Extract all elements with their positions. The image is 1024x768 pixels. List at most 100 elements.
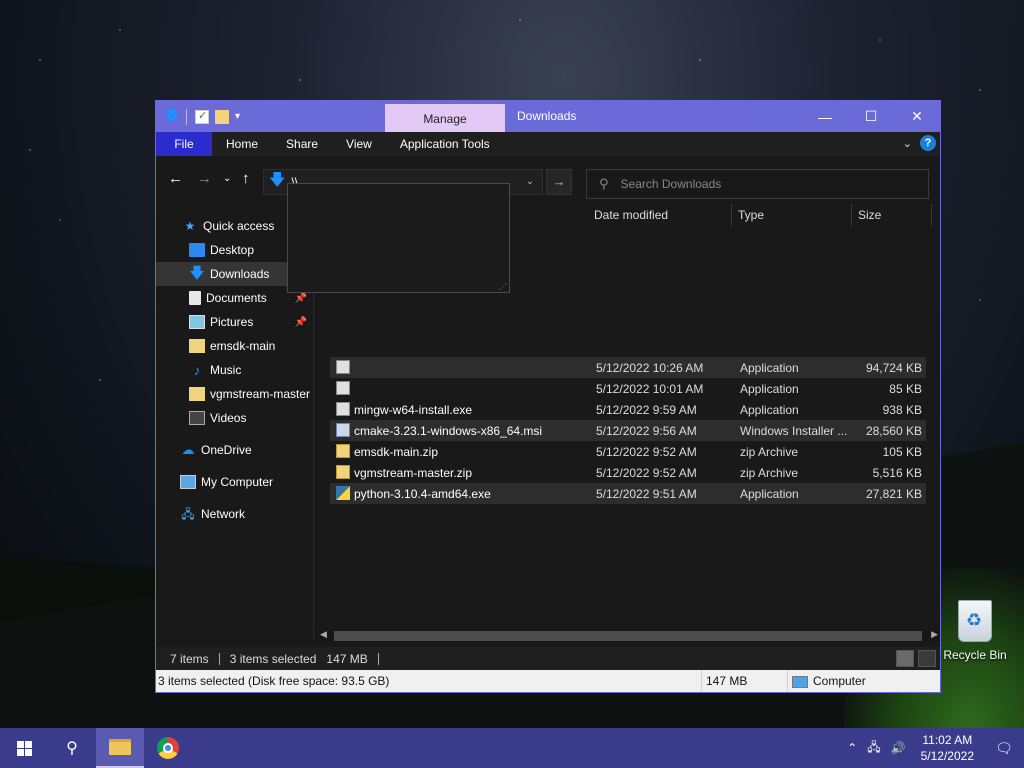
sidebar-item-label: OneDrive: [201, 443, 252, 457]
tab-file[interactable]: File: [156, 132, 212, 156]
file-type: Windows Installer ...: [740, 423, 848, 438]
recycle-bin-shortcut[interactable]: Recycle Bin: [943, 600, 1007, 662]
recent-locations-icon[interactable]: ⌄: [223, 173, 231, 184]
view-toggle: [896, 650, 936, 667]
close-icon[interactable]: ✕: [894, 101, 940, 132]
file-name: python-3.10.4-amd64.exe: [354, 486, 491, 501]
computer-icon: [792, 675, 808, 688]
scrollbar-thumb[interactable]: [334, 631, 922, 641]
column-divider[interactable]: [851, 204, 852, 226]
file-size: 938 KB: [882, 402, 922, 417]
file-size: 85 KB: [889, 381, 922, 396]
clock[interactable]: 11:02 AM 5/12/2022: [921, 732, 974, 764]
table-row[interactable]: cmake-3.23.1-windows-x86_64.msi 5/12/202…: [330, 420, 926, 441]
table-row[interactable]: vgmstream-master.zip 5/12/2022 9:52 AM z…: [330, 462, 926, 483]
exe-icon: [336, 381, 350, 395]
taskbar-file-explorer[interactable]: [96, 728, 144, 768]
column-header-type[interactable]: Type: [738, 202, 764, 228]
sidebar-item-label: My Computer: [201, 475, 274, 489]
go-arrow-icon[interactable]: →: [546, 169, 572, 195]
minimize-icon[interactable]: —: [802, 101, 848, 132]
large-icons-view-icon[interactable]: [918, 650, 936, 667]
sidebar-item-music[interactable]: ♪ Music: [156, 358, 313, 382]
network-icon[interactable]: 🖧: [867, 738, 880, 759]
properties-icon[interactable]: [195, 109, 209, 124]
location-label: Computer: [813, 674, 866, 688]
search-button[interactable]: ⚲: [48, 728, 96, 768]
table-row[interactable]: 5/12/2022 10:26 AM Application 94,724 KB: [330, 357, 926, 378]
file-size: 28,560 KB: [865, 423, 922, 438]
tab-home[interactable]: Home: [212, 132, 272, 156]
file-name: cmake-3.23.1-windows-x86_64.msi: [354, 423, 543, 438]
tab-application-tools[interactable]: Application Tools: [386, 132, 504, 156]
resize-grip-icon[interactable]: ⋰: [499, 282, 507, 291]
file-type: Application: [740, 360, 799, 375]
navigation-bar: ← → ⌄ ↑ 🡇 ⌄ → ⚲: [156, 156, 940, 202]
music-icon: ♪: [193, 362, 201, 378]
file-date: 5/12/2022 9:52 AM: [596, 444, 697, 459]
notifications-icon[interactable]: 🗨: [984, 728, 1024, 768]
file-type: zip Archive: [740, 444, 799, 459]
file-size: 27,821 KB: [865, 486, 922, 501]
item-count: 7 items: [170, 651, 209, 666]
file-explorer-icon: [109, 739, 131, 755]
folder-icon: [189, 339, 205, 353]
tab-view[interactable]: View: [332, 132, 386, 156]
help-icon[interactable]: ?: [920, 135, 936, 151]
pin-icon[interactable]: 📌: [295, 317, 307, 328]
sidebar-item-my-computer[interactable]: My Computer: [156, 470, 313, 494]
table-row[interactable]: emsdk-main.zip 5/12/2022 9:52 AM zip Arc…: [330, 441, 926, 462]
selected-size: 147 MB: [326, 651, 368, 666]
download-arrow-icon: 🡇: [189, 265, 205, 282]
documents-icon: [189, 291, 201, 305]
window-title: Downloads: [517, 109, 577, 123]
column-divider[interactable]: [731, 204, 732, 226]
taskbar-chrome[interactable]: [144, 728, 192, 768]
tab-share[interactable]: Share: [272, 132, 332, 156]
title-bar[interactable]: 🡇 ▾ Manage Downloads — ☐ ✕: [156, 101, 940, 132]
download-arrow-icon: 🡇: [269, 171, 286, 189]
pin-icon[interactable]: 📌: [295, 293, 307, 304]
recycle-bin-label: Recycle Bin: [943, 648, 1007, 662]
sidebar-item-videos[interactable]: Videos: [156, 406, 313, 430]
tab-manage[interactable]: Manage: [385, 104, 505, 132]
computer-icon: [180, 475, 196, 489]
details-view-icon[interactable]: [896, 650, 914, 667]
sidebar-item-label: Quick access: [203, 219, 275, 233]
expand-ribbon-icon[interactable]: ⌄: [903, 137, 912, 150]
sidebar-item-pictures[interactable]: Pictures 📌: [156, 310, 313, 334]
scroll-left-icon[interactable]: ◀: [320, 629, 327, 640]
sidebar-item-label: Pictures: [210, 315, 254, 329]
window-controls: — ☐ ✕: [802, 101, 940, 132]
search-input[interactable]: [620, 177, 901, 191]
volume-icon[interactable]: 🔊: [891, 741, 906, 755]
table-row[interactable]: python-3.10.4-amd64.exe 5/12/2022 9:51 A…: [330, 483, 926, 504]
sidebar-item-label: vgmstream-master: [210, 387, 311, 401]
back-arrow-icon[interactable]: ←: [168, 170, 183, 187]
sidebar-item-vgmstream-master[interactable]: vgmstream-master: [156, 382, 313, 406]
new-folder-icon[interactable]: [215, 109, 229, 124]
start-button[interactable]: [0, 728, 48, 768]
sidebar-item-emsdk-main[interactable]: emsdk-main: [156, 334, 313, 358]
search-box[interactable]: ⚲: [586, 169, 929, 199]
forward-arrow-icon[interactable]: →: [197, 170, 212, 187]
horizontal-scrollbar[interactable]: ◀ ▶: [316, 629, 940, 642]
up-arrow-icon[interactable]: ↑: [242, 170, 250, 187]
column-divider[interactable]: [931, 204, 932, 226]
file-size: 5,516 KB: [872, 465, 922, 480]
address-autocomplete-dropdown[interactable]: ⋰: [287, 183, 510, 293]
chrome-icon: [157, 737, 179, 759]
table-row[interactable]: 5/12/2022 10:01 AM Application 85 KB: [330, 378, 926, 399]
column-header-size[interactable]: Size: [858, 202, 881, 228]
sidebar-item-onedrive[interactable]: ☁ OneDrive: [156, 438, 313, 462]
chevron-up-icon[interactable]: ⌃: [847, 741, 857, 755]
cloud-icon: ☁: [181, 442, 195, 457]
sidebar-item-network[interactable]: 🖧 Network: [156, 502, 313, 526]
scroll-right-icon[interactable]: ▶: [931, 629, 938, 640]
customize-toolbar-icon[interactable]: ▾: [235, 111, 240, 122]
address-history-icon[interactable]: ⌄: [517, 169, 543, 195]
file-name: vgmstream-master.zip: [354, 465, 473, 480]
table-row[interactable]: mingw-w64-install.exe 5/12/2022 9:59 AM …: [330, 399, 926, 420]
maximize-icon[interactable]: ☐: [848, 101, 894, 132]
column-header-date[interactable]: Date modified: [594, 202, 668, 228]
